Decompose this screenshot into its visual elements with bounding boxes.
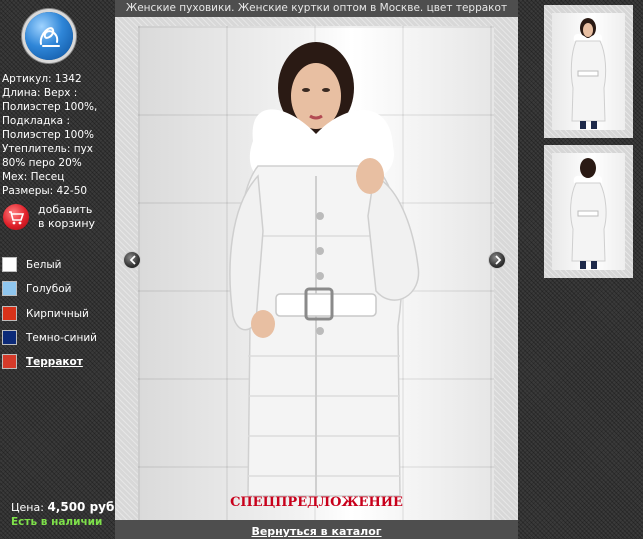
color-swatch-terracotta — [2, 354, 17, 369]
arrow-left-icon[interactable] — [123, 251, 141, 269]
arrow-right-icon[interactable] — [488, 251, 506, 269]
color-option-dark-blue[interactable]: Темно-синий — [2, 330, 112, 346]
special-offer-label: СПЕЦПРЕДЛОЖЕНИЕ — [230, 495, 403, 510]
back-to-catalog-link[interactable]: Вернуться в каталог — [251, 525, 381, 538]
color-label-dark-blue: Темно-синий — [26, 332, 97, 344]
model-figure — [229, 42, 420, 497]
photo-frame — [115, 17, 518, 520]
spec-filling: Утеплитель: пух — [2, 143, 94, 155]
spec-article: Артикул: 1342 — [2, 73, 82, 85]
back-bar: Вернуться в каталог — [115, 520, 518, 539]
spec-top-material: Полиэстер 100%, — [2, 101, 98, 113]
spec-lining: Подкладка : — [2, 115, 70, 127]
logo-icon[interactable] — [25, 12, 73, 60]
color-option-brick[interactable]: Кирпичный — [2, 306, 112, 322]
color-label-terracotta: Терракот — [26, 356, 83, 368]
color-option-white[interactable]: Белый — [2, 257, 112, 273]
add-to-cart-button[interactable]: добавить в корзину — [3, 203, 113, 235]
spec-length: Длина: Верх : — [2, 87, 78, 99]
thumbnail-front-image — [552, 13, 625, 130]
product-title: Женские пуховики. Женские куртки оптом в… — [115, 0, 518, 17]
color-label-brick: Кирпичный — [26, 308, 89, 320]
price: Цена: 4,500 руб. — [11, 500, 119, 514]
thumbnail-back[interactable] — [544, 145, 633, 278]
thumbnail-front[interactable] — [544, 5, 633, 138]
thumbnail-back-image — [552, 153, 625, 270]
spec-sizes: Размеры: 42-50 — [2, 185, 88, 197]
color-swatch-white — [2, 257, 17, 272]
cart-icon — [3, 204, 29, 230]
spec-filling-ratio: 80% перо 20% — [2, 157, 82, 169]
add-to-cart-label: добавить в корзину — [38, 203, 96, 230]
color-option-light-blue[interactable]: Голубой — [2, 281, 112, 297]
color-option-terracotta[interactable]: Терракот — [2, 354, 112, 370]
stock-status: Есть в наличии — [11, 516, 103, 528]
spec-lining-material: Полиэстер 100% — [2, 129, 94, 141]
product-photo[interactable] — [138, 26, 494, 520]
price-label: Цена: — [11, 501, 44, 514]
color-label-light-blue: Голубой — [26, 283, 72, 295]
color-swatch-dark-blue — [2, 330, 17, 345]
price-value: 4,500 руб. — [47, 500, 119, 514]
spec-fur: Мех: Песец — [2, 171, 65, 183]
color-label-white: Белый — [26, 259, 62, 271]
product-specs: Артикул: 1342 Длина: Верх : Полиэстер 10… — [2, 72, 114, 198]
logo-signature-icon — [39, 27, 60, 47]
color-swatch-light-blue — [2, 281, 17, 296]
color-swatch-brick — [2, 306, 17, 321]
